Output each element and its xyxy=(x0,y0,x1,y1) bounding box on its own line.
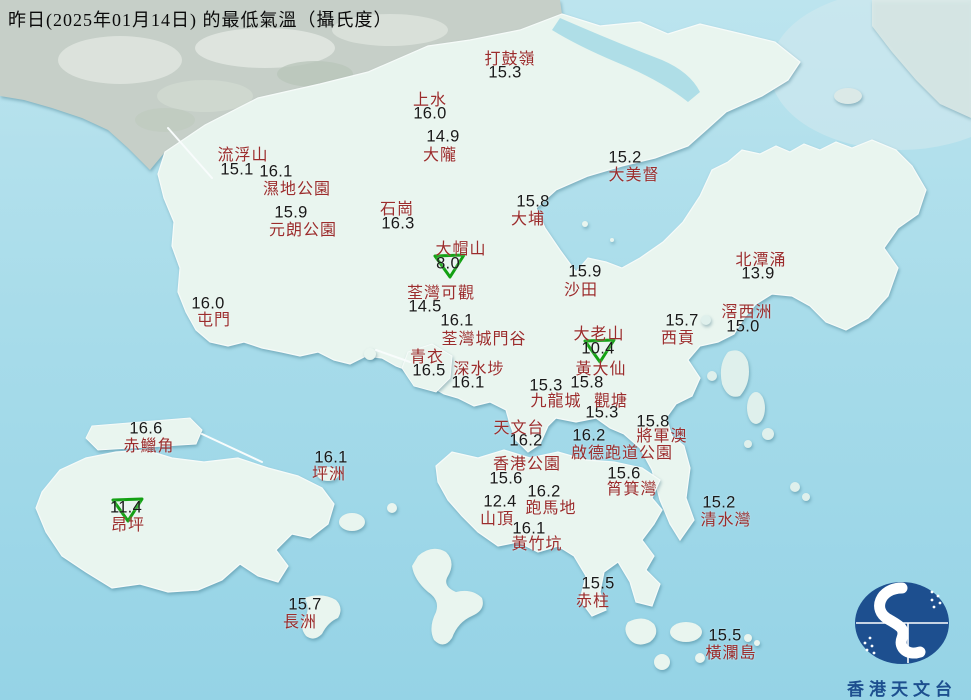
station-name: 荃灣可觀 xyxy=(406,285,476,302)
station-name: 大埔 xyxy=(510,211,546,228)
station-name: 滘西洲 xyxy=(721,304,773,321)
weather-map: 昨日(2025年01月14日) 的最低氣溫（攝氏度） 15.3 打鼓嶺 16.0 上水… xyxy=(0,0,971,700)
station-name: 清水灣 xyxy=(700,512,752,529)
station-name: 啟德跑道公園 xyxy=(570,445,674,462)
station-name: 流浮山 xyxy=(217,147,269,164)
station-name: 上水 xyxy=(412,92,448,109)
stations-layer: 15.3 打鼓嶺 16.0 上水 14.9 大隴 15.1 流浮山 16.1 濕地公園 15.2 大美… xyxy=(0,0,971,700)
station-name: 赤鱲角 xyxy=(123,438,175,455)
station-name: 大隴 xyxy=(422,147,458,164)
hko-logo: 香港天文台 HONG KONG OBSERVATORY xyxy=(836,576,968,699)
station-name: 赤柱 xyxy=(575,593,611,610)
station-name: 黃竹坑 xyxy=(511,536,563,553)
station-name: 山頂 xyxy=(479,511,515,528)
station-name: 打鼓嶺 xyxy=(484,51,536,68)
station-name: 西貢 xyxy=(660,330,696,347)
station-name: 觀塘 xyxy=(593,393,629,410)
station-name: 大美督 xyxy=(608,167,660,184)
station-name: 跑馬地 xyxy=(525,500,577,517)
station-name: 大帽山 xyxy=(435,241,487,258)
station-name: 天文台 xyxy=(493,420,545,437)
station-name: 屯門 xyxy=(196,312,232,329)
station-name: 荃灣城門谷 xyxy=(441,331,527,348)
station-name: 北潭涌 xyxy=(735,252,787,269)
station-name: 元朗公園 xyxy=(268,222,338,239)
station-name: 石崗 xyxy=(379,201,415,218)
station-name: 長洲 xyxy=(282,614,318,631)
hko-logo-icon xyxy=(855,582,949,664)
station-name: 青衣 xyxy=(409,349,445,366)
station-name: 濕地公園 xyxy=(262,181,332,198)
station-name: 沙田 xyxy=(563,282,599,299)
station-name: 筲箕灣 xyxy=(606,481,658,498)
station-name: 深水埗 xyxy=(453,361,505,378)
station-name: 坪洲 xyxy=(311,466,347,483)
station-name: 橫瀾島 xyxy=(705,645,757,662)
station-name: 九龍城 xyxy=(530,393,582,410)
station-name: 大老山 xyxy=(573,326,625,343)
station-name: 香港公園 xyxy=(492,456,562,473)
station-name: 昂坪 xyxy=(110,517,146,534)
hko-logo-chinese: 香港天文台 xyxy=(847,680,957,699)
station-name: 黃大仙 xyxy=(575,361,627,378)
